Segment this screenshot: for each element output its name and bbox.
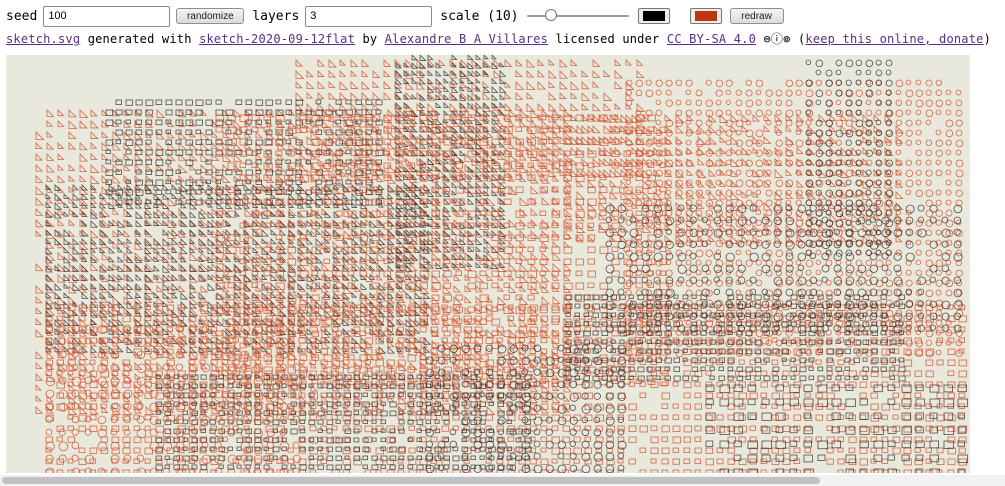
by-text: by [362, 32, 378, 46]
sketch-source-link[interactable]: sketch-2020-09-12flat [199, 32, 355, 46]
layers-label: layers [252, 8, 300, 24]
credit-line: sketch.svg generated with sketch-2020-09… [6, 30, 991, 47]
scale-slider-thumb[interactable] [544, 9, 557, 21]
paren-close: ) [983, 32, 992, 46]
seed-input[interactable] [43, 5, 171, 27]
layers-input[interactable] [305, 5, 433, 27]
color-picker-1[interactable] [637, 8, 670, 24]
author-link[interactable]: Alexandre B A Villares [385, 32, 548, 46]
color-swatch-red [694, 11, 717, 21]
generated-sketch-svg [6, 55, 970, 473]
sketch-svg-link[interactable]: sketch.svg [6, 32, 80, 46]
seed-label: seed [6, 8, 38, 24]
color-picker-2[interactable] [689, 8, 722, 24]
sketch-canvas [6, 55, 970, 473]
redraw-button[interactable]: redraw [729, 8, 784, 24]
generated-with-text: generated with [87, 32, 192, 46]
donate-link[interactable]: keep this online, donate [805, 32, 983, 46]
color-swatch-black [642, 11, 665, 21]
licensed-under-text: licensed under [555, 32, 660, 46]
license-link[interactable]: CC BY-SA 4.0 [667, 32, 756, 46]
scale-label: scale (10) [440, 8, 519, 24]
scale-slider-track [526, 15, 629, 17]
canvas-background [6, 55, 970, 473]
cc-license-icons: ⊜ⓘ⊚ [763, 32, 791, 46]
controls-bar: seed randomize layers scale (10) redraw [6, 4, 784, 28]
scale-slider[interactable] [526, 9, 629, 23]
randomize-button[interactable]: randomize [176, 8, 245, 24]
